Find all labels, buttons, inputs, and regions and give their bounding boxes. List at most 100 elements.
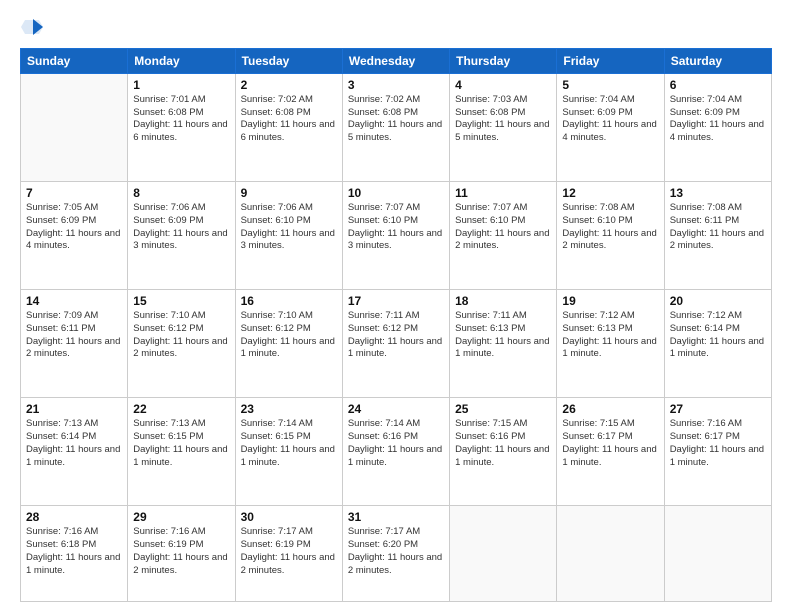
calendar-cell: 4 Sunrise: 7:03 AM Sunset: 6:08 PM Daylig… bbox=[450, 73, 557, 181]
cell-date: 4 bbox=[455, 78, 551, 92]
cell-info: Sunrise: 7:12 AM Sunset: 6:14 PM Dayligh… bbox=[670, 310, 766, 361]
cell-info: Sunrise: 7:13 AM Sunset: 6:14 PM Dayligh… bbox=[26, 418, 122, 469]
calendar-day-header: Monday bbox=[128, 48, 235, 73]
calendar-cell bbox=[557, 506, 664, 602]
cell-date: 6 bbox=[670, 78, 766, 92]
cell-info: Sunrise: 7:06 AM Sunset: 6:10 PM Dayligh… bbox=[241, 202, 337, 253]
cell-info: Sunrise: 7:11 AM Sunset: 6:13 PM Dayligh… bbox=[455, 310, 551, 361]
cell-date: 7 bbox=[26, 186, 122, 200]
calendar-week-row: 28Sunrise: 7:16 AM Sunset: 6:18 PM Dayli… bbox=[21, 506, 772, 602]
cell-info: Sunrise: 7:09 AM Sunset: 6:11 PM Dayligh… bbox=[26, 310, 122, 361]
cell-date: 28 bbox=[26, 510, 122, 524]
calendar-week-row: 21 Sunrise: 7:13 AM Sunset: 6:14 PM Dayli… bbox=[21, 398, 772, 506]
calendar-cell: 22 Sunrise: 7:13 AM Sunset: 6:15 PM Dayli… bbox=[128, 398, 235, 506]
calendar-cell: 11 Sunrise: 7:07 AM Sunset: 6:10 PM Dayli… bbox=[450, 181, 557, 289]
calendar-cell: 8 Sunrise: 7:06 AM Sunset: 6:09 PM Daylig… bbox=[128, 181, 235, 289]
cell-info: Sunrise: 7:07 AM Sunset: 6:10 PM Dayligh… bbox=[455, 202, 551, 253]
cell-date: 25 bbox=[455, 402, 551, 416]
cell-date: 27 bbox=[670, 402, 766, 416]
calendar-cell: 13 Sunrise: 7:08 AM Sunset: 6:11 PM Dayli… bbox=[664, 181, 771, 289]
calendar-week-row: 7 Sunrise: 7:05 AM Sunset: 6:09 PM Daylig… bbox=[21, 181, 772, 289]
calendar-cell: 28Sunrise: 7:16 AM Sunset: 6:18 PM Dayli… bbox=[21, 506, 128, 602]
calendar-cell: 31 Sunrise: 7:17 AM Sunset: 6:20 PM Dayli… bbox=[342, 506, 449, 602]
cell-info: Sunrise: 7:10 AM Sunset: 6:12 PM Dayligh… bbox=[241, 310, 337, 361]
calendar-cell: 24 Sunrise: 7:14 AM Sunset: 6:16 PM Dayli… bbox=[342, 398, 449, 506]
cell-date: 21 bbox=[26, 402, 122, 416]
calendar-cell: 20 Sunrise: 7:12 AM Sunset: 6:14 PM Dayli… bbox=[664, 289, 771, 397]
calendar-cell: 12Sunrise: 7:08 AM Sunset: 6:10 PM Dayli… bbox=[557, 181, 664, 289]
calendar-cell: 3 Sunrise: 7:02 AM Sunset: 6:08 PM Daylig… bbox=[342, 73, 449, 181]
cell-date: 5 bbox=[562, 78, 658, 92]
header bbox=[20, 18, 772, 40]
calendar-day-header: Thursday bbox=[450, 48, 557, 73]
cell-info: Sunrise: 7:11 AM Sunset: 6:12 PM Dayligh… bbox=[348, 310, 444, 361]
cell-info: Sunrise: 7:02 AM Sunset: 6:08 PM Dayligh… bbox=[348, 94, 444, 145]
logo-icon bbox=[21, 18, 43, 36]
cell-info: Sunrise: 7:04 AM Sunset: 6:09 PM Dayligh… bbox=[670, 94, 766, 145]
calendar-cell: 10Sunrise: 7:07 AM Sunset: 6:10 PM Dayli… bbox=[342, 181, 449, 289]
cell-info: Sunrise: 7:17 AM Sunset: 6:19 PM Dayligh… bbox=[241, 526, 337, 577]
calendar-cell: 18 Sunrise: 7:11 AM Sunset: 6:13 PM Dayli… bbox=[450, 289, 557, 397]
calendar-cell: 7 Sunrise: 7:05 AM Sunset: 6:09 PM Daylig… bbox=[21, 181, 128, 289]
calendar-header-row: SundayMondayTuesdayWednesdayThursdayFrid… bbox=[21, 48, 772, 73]
calendar-day-header: Tuesday bbox=[235, 48, 342, 73]
calendar-cell: 30Sunrise: 7:17 AM Sunset: 6:19 PM Dayli… bbox=[235, 506, 342, 602]
calendar-cell: 23 Sunrise: 7:14 AM Sunset: 6:15 PM Dayli… bbox=[235, 398, 342, 506]
cell-info: Sunrise: 7:12 AM Sunset: 6:13 PM Dayligh… bbox=[562, 310, 658, 361]
calendar-cell: 14 Sunrise: 7:09 AM Sunset: 6:11 PM Dayli… bbox=[21, 289, 128, 397]
calendar-table: SundayMondayTuesdayWednesdayThursdayFrid… bbox=[20, 48, 772, 602]
cell-info: Sunrise: 7:13 AM Sunset: 6:15 PM Dayligh… bbox=[133, 418, 229, 469]
cell-info: Sunrise: 7:16 AM Sunset: 6:19 PM Dayligh… bbox=[133, 526, 229, 577]
cell-info: Sunrise: 7:15 AM Sunset: 6:16 PM Dayligh… bbox=[455, 418, 551, 469]
calendar-cell: 21 Sunrise: 7:13 AM Sunset: 6:14 PM Dayli… bbox=[21, 398, 128, 506]
calendar-cell bbox=[664, 506, 771, 602]
calendar-cell: 26Sunrise: 7:15 AM Sunset: 6:17 PM Dayli… bbox=[557, 398, 664, 506]
cell-date: 9 bbox=[241, 186, 337, 200]
cell-date: 19 bbox=[562, 294, 658, 308]
cell-date: 20 bbox=[670, 294, 766, 308]
calendar-cell: 25 Sunrise: 7:15 AM Sunset: 6:16 PM Dayli… bbox=[450, 398, 557, 506]
calendar-cell: 1Sunrise: 7:01 AM Sunset: 6:08 PM Daylig… bbox=[128, 73, 235, 181]
calendar-day-header: Sunday bbox=[21, 48, 128, 73]
calendar-cell: 6 Sunrise: 7:04 AM Sunset: 6:09 PM Daylig… bbox=[664, 73, 771, 181]
calendar-cell: 2 Sunrise: 7:02 AM Sunset: 6:08 PM Daylig… bbox=[235, 73, 342, 181]
calendar-cell: 9 Sunrise: 7:06 AM Sunset: 6:10 PM Daylig… bbox=[235, 181, 342, 289]
cell-info: Sunrise: 7:03 AM Sunset: 6:08 PM Dayligh… bbox=[455, 94, 551, 145]
calendar-day-header: Saturday bbox=[664, 48, 771, 73]
cell-date: 2 bbox=[241, 78, 337, 92]
calendar-cell bbox=[450, 506, 557, 602]
cell-info: Sunrise: 7:10 AM Sunset: 6:12 PM Dayligh… bbox=[133, 310, 229, 361]
calendar-cell: 27Sunrise: 7:16 AM Sunset: 6:17 PM Dayli… bbox=[664, 398, 771, 506]
cell-info: Sunrise: 7:14 AM Sunset: 6:15 PM Dayligh… bbox=[241, 418, 337, 469]
cell-date: 3 bbox=[348, 78, 444, 92]
cell-date: 17 bbox=[348, 294, 444, 308]
cell-info: Sunrise: 7:08 AM Sunset: 6:11 PM Dayligh… bbox=[670, 202, 766, 253]
calendar-week-row: 1Sunrise: 7:01 AM Sunset: 6:08 PM Daylig… bbox=[21, 73, 772, 181]
cell-info: Sunrise: 7:05 AM Sunset: 6:09 PM Dayligh… bbox=[26, 202, 122, 253]
cell-info: Sunrise: 7:14 AM Sunset: 6:16 PM Dayligh… bbox=[348, 418, 444, 469]
cell-date: 12 bbox=[562, 186, 658, 200]
cell-date: 26 bbox=[562, 402, 658, 416]
cell-date: 16 bbox=[241, 294, 337, 308]
calendar-cell: 29Sunrise: 7:16 AM Sunset: 6:19 PM Dayli… bbox=[128, 506, 235, 602]
cell-date: 31 bbox=[348, 510, 444, 524]
cell-date: 8 bbox=[133, 186, 229, 200]
calendar-cell: 15Sunrise: 7:10 AM Sunset: 6:12 PM Dayli… bbox=[128, 289, 235, 397]
cell-info: Sunrise: 7:17 AM Sunset: 6:20 PM Dayligh… bbox=[348, 526, 444, 577]
cell-date: 22 bbox=[133, 402, 229, 416]
cell-info: Sunrise: 7:04 AM Sunset: 6:09 PM Dayligh… bbox=[562, 94, 658, 145]
cell-date: 23 bbox=[241, 402, 337, 416]
cell-date: 14 bbox=[26, 294, 122, 308]
calendar-cell: 19 Sunrise: 7:12 AM Sunset: 6:13 PM Dayli… bbox=[557, 289, 664, 397]
cell-info: Sunrise: 7:06 AM Sunset: 6:09 PM Dayligh… bbox=[133, 202, 229, 253]
calendar-cell: 16 Sunrise: 7:10 AM Sunset: 6:12 PM Dayli… bbox=[235, 289, 342, 397]
cell-date: 24 bbox=[348, 402, 444, 416]
calendar-cell: 5 Sunrise: 7:04 AM Sunset: 6:09 PM Daylig… bbox=[557, 73, 664, 181]
cell-date: 18 bbox=[455, 294, 551, 308]
cell-date: 11 bbox=[455, 186, 551, 200]
cell-info: Sunrise: 7:02 AM Sunset: 6:08 PM Dayligh… bbox=[241, 94, 337, 145]
calendar-week-row: 14 Sunrise: 7:09 AM Sunset: 6:11 PM Dayli… bbox=[21, 289, 772, 397]
calendar-cell bbox=[21, 73, 128, 181]
cell-date: 1 bbox=[133, 78, 229, 92]
cell-date: 13 bbox=[670, 186, 766, 200]
